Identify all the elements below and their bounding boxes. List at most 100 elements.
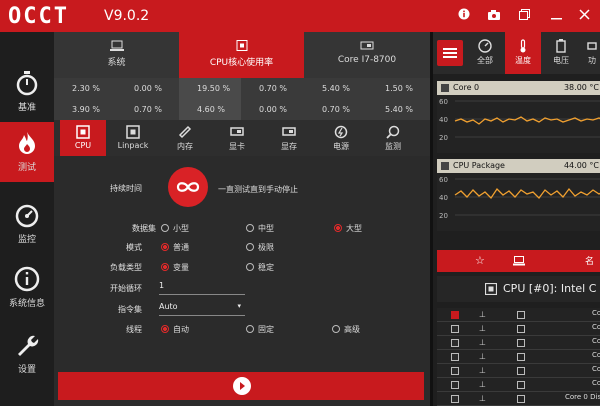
tab-cpu-core-usage[interactable]: CPU核心使用率 (179, 32, 304, 78)
stopwatch-icon (16, 71, 38, 96)
dataset-large-radio[interactable]: 大型 (334, 223, 362, 234)
table-row: 3.90 % 0.70 % 4.60 % 0.00 % 0.70 % 5.40 … (54, 99, 430, 120)
chip-icon (485, 283, 497, 295)
usage-cell: 0.00 % (259, 105, 287, 114)
threads-auto-radio[interactable]: 自动 (161, 324, 189, 335)
sensor-checkbox[interactable] (451, 381, 459, 389)
graph-header: CPU Package 44.00 °C (437, 159, 600, 173)
dataset-medium-radio[interactable]: 中型 (246, 223, 274, 234)
infinite-duration-button[interactable] (168, 167, 208, 207)
sidebar-item-test[interactable]: 测试 (0, 122, 54, 182)
list-item[interactable]: ⊥ Co (437, 308, 600, 322)
list-item[interactable]: ⊥ Co (437, 364, 600, 378)
thermometer-icon (520, 39, 526, 53)
thermometer-icon: ⊥ (479, 366, 486, 375)
thermometer-icon: ⊥ (479, 310, 486, 319)
graph-toggle-icon[interactable] (517, 367, 525, 375)
mode-label: 模式 (126, 243, 142, 252)
sidebar-item-monitor[interactable]: 监控 (0, 194, 54, 254)
cpu-test-config: 持续时间 一直测试直到手动停止 数据集 小型 中型 大型 模式 普通 极限 负载… (54, 156, 430, 406)
duration-text: 一直测试直到手动停止 (218, 185, 298, 194)
camera-icon[interactable] (484, 6, 504, 26)
list-item[interactable]: ⊥Core 0 Dista (437, 392, 600, 406)
chip-outline-icon (126, 125, 140, 139)
temp-series-line (454, 116, 600, 125)
device-title: CPU [#0]: Intel C (437, 276, 600, 302)
mode-normal-radio[interactable]: 普通 (161, 242, 189, 253)
tab-name-partial[interactable]: 名 (585, 254, 594, 267)
close-icon[interactable] (574, 6, 594, 26)
usage-cell: 2.30 % (72, 84, 100, 93)
graph-header: Core 0 38.00 °C (437, 81, 600, 95)
tab-cpu-test[interactable]: CPU (60, 120, 106, 156)
sensor-checkbox[interactable] (451, 325, 459, 333)
tab-gpu[interactable]: 显卡 (212, 120, 262, 156)
test-type-tabbar: CPU Linpack 内存 显卡 显存 电源 监测 (54, 120, 430, 156)
tab-monitor-test[interactable]: 监测 (368, 120, 418, 156)
gpu-icon (230, 127, 244, 136)
core0-temp-graph: Core 0 38.00 °C 60 40 20 (437, 81, 600, 153)
battery-icon (556, 39, 566, 53)
y-tick: 60 (439, 176, 448, 184)
graph-toggle-icon[interactable] (517, 325, 525, 333)
load-variable-radio[interactable]: 变量 (161, 262, 189, 273)
sensor-checkbox[interactable] (451, 339, 459, 347)
laptop-icon[interactable] (513, 256, 525, 266)
dataset-label: 数据集 (132, 224, 156, 233)
tab-linpack[interactable]: Linpack (108, 120, 158, 156)
monitor-tabbar: 全部 温度 电压 功 (433, 32, 600, 74)
gauge-icon (15, 204, 39, 228)
tab-core-i7[interactable]: Core I7-8700 (304, 32, 430, 78)
sensor-checkbox[interactable] (451, 367, 459, 375)
usage-cell: 1.50 % (385, 84, 413, 93)
list-item[interactable]: ⊥ Co (437, 322, 600, 336)
info-icon[interactable] (454, 6, 474, 26)
tab-system[interactable]: 系统 (54, 32, 179, 78)
tab-power-monitor[interactable]: 功 (581, 32, 600, 74)
start-test-button[interactable] (58, 372, 424, 400)
graph-toggle-icon[interactable] (517, 353, 525, 361)
load-steady-radio[interactable]: 稳定 (246, 262, 274, 273)
load-type-label: 负载类型 (110, 263, 142, 272)
minimize-icon[interactable] (546, 6, 566, 26)
y-tick: 40 (439, 116, 448, 124)
sidebar-item-sysinfo[interactable]: 系统信息 (0, 258, 54, 318)
mode-extreme-radio[interactable]: 极限 (246, 242, 274, 253)
vram-icon (282, 127, 296, 136)
flame-icon (19, 132, 35, 154)
sidebar-item-benchmark[interactable]: 基准 (0, 62, 54, 122)
monitoring-panel: 全部 温度 电压 功 Core 0 38.00 °C 60 40 20 CPU … (430, 32, 600, 406)
dataset-small-radio[interactable]: 小型 (161, 223, 189, 234)
tab-voltage[interactable]: 电压 (545, 32, 577, 74)
graph-toggle-icon[interactable] (517, 339, 525, 347)
usage-cell: 4.60 % (179, 99, 241, 120)
usage-cell: 0.70 % (134, 105, 162, 114)
threads-fixed-radio[interactable]: 固定 (246, 324, 274, 335)
start-cycle-input[interactable]: 1 (159, 281, 245, 295)
sidebar-item-settings[interactable]: 设置 (0, 324, 54, 384)
graph-toggle-icon[interactable] (517, 381, 525, 389)
usage-cell: 5.40 % (385, 105, 413, 114)
tab-power[interactable]: 电源 (316, 120, 366, 156)
list-item[interactable]: ⊥ Co (437, 336, 600, 350)
graph-toggle-icon[interactable] (517, 395, 525, 403)
list-item[interactable]: ⊥ Co (437, 350, 600, 364)
speedometer-icon (478, 39, 492, 53)
threads-advanced-radio[interactable]: 高级 (332, 324, 360, 335)
graph-toggle-icon[interactable] (517, 311, 525, 319)
sensor-checkbox[interactable] (451, 353, 459, 361)
list-item[interactable]: ⊥ Co (437, 378, 600, 392)
sensor-checkbox[interactable] (451, 311, 459, 319)
tab-all[interactable]: 全部 (469, 32, 501, 74)
tab-temperature[interactable]: 温度 (505, 32, 541, 74)
restore-icon[interactable] (514, 6, 534, 26)
star-icon[interactable]: ☆ (475, 254, 485, 267)
instruction-set-select[interactable]: Auto ▾ (159, 302, 245, 316)
tab-vram[interactable]: 显存 (264, 120, 314, 156)
tab-memory[interactable]: 内存 (160, 120, 210, 156)
hamburger-menu-button[interactable] (437, 40, 463, 66)
y-tick: 40 (439, 194, 448, 202)
thermometer-icon: ⊥ (479, 352, 486, 361)
y-tick: 20 (439, 212, 448, 220)
sensor-checkbox[interactable] (451, 395, 459, 403)
